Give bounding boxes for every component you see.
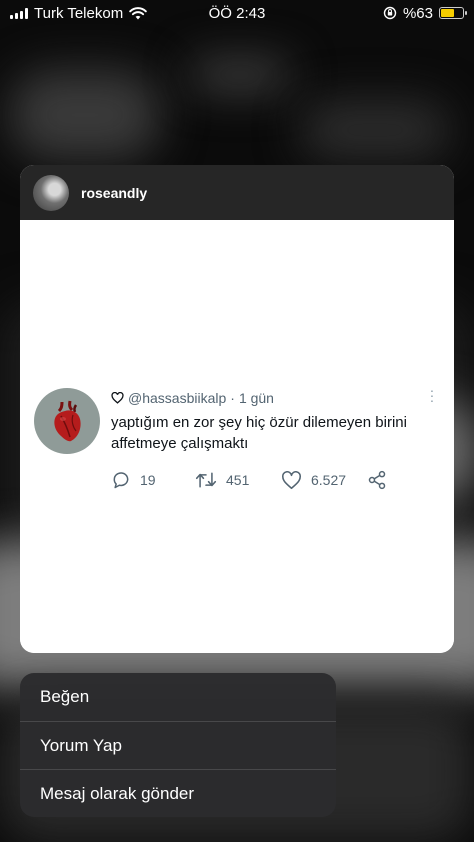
cellular-signal-icon xyxy=(10,7,28,19)
share-icon xyxy=(368,470,386,490)
menu-item-send-message[interactable]: Mesaj olarak gönder xyxy=(20,769,336,817)
reply-count-group: 19 xyxy=(111,470,195,490)
post-header: roseandly xyxy=(20,165,454,220)
tweet-avatar xyxy=(34,388,100,454)
context-menu: Beğen Yorum Yap Mesaj olarak gönder xyxy=(20,673,336,817)
tweet-age: 1 gün xyxy=(238,390,274,406)
tweet-actions: 19 451 6.527 xyxy=(111,470,440,490)
orientation-lock-icon xyxy=(383,6,397,20)
post-image: @hassasbiikalp · 1 gün · · · yaptığım en z… xyxy=(20,220,454,653)
menu-item-like[interactable]: Beğen xyxy=(20,673,336,721)
anatomical-heart-icon xyxy=(54,400,81,442)
reply-count: 19 xyxy=(140,472,156,488)
like-count-group: 6.527 xyxy=(281,470,367,490)
like-heart-icon xyxy=(282,470,301,489)
meta-separator: · xyxy=(230,390,235,406)
menu-item-label: Yorum Yap xyxy=(40,735,122,755)
status-bar: Turk Telekom ÖÖ 2:43 %63 xyxy=(0,0,474,26)
carrier-name: Turk Telekom xyxy=(34,4,124,22)
tweet-meta: @hassasbiikalp · 1 gün xyxy=(111,390,440,406)
retweet-count: 451 xyxy=(226,472,250,488)
reply-bubble-icon xyxy=(113,472,129,489)
retweet-count-group: 451 xyxy=(195,470,281,490)
post-preview-card[interactable]: roseandly @hassasbiikalp · 1 gün · · · y… xyxy=(20,165,454,653)
menu-item-label: Mesaj olarak gönder xyxy=(40,783,195,803)
heart-outline-icon xyxy=(111,392,124,404)
battery-icon xyxy=(439,7,467,19)
menu-item-label: Beğen xyxy=(40,687,90,706)
menu-item-comment[interactable]: Yorum Yap xyxy=(20,721,336,769)
username[interactable]: roseandly xyxy=(81,185,147,201)
profile-avatar[interactable] xyxy=(33,174,69,211)
battery-level xyxy=(441,9,455,17)
more-dots-icon: · · · xyxy=(429,382,435,408)
tweet-handle: @hassasbiikalp xyxy=(128,390,227,406)
tweet-text: yaptığım en zor şey hiç özür dilemeyen b… xyxy=(111,414,407,452)
battery-percentage: %63 xyxy=(402,4,433,22)
wifi-icon xyxy=(129,6,148,19)
retweet-icon xyxy=(195,472,217,488)
like-count: 6.527 xyxy=(311,472,347,488)
